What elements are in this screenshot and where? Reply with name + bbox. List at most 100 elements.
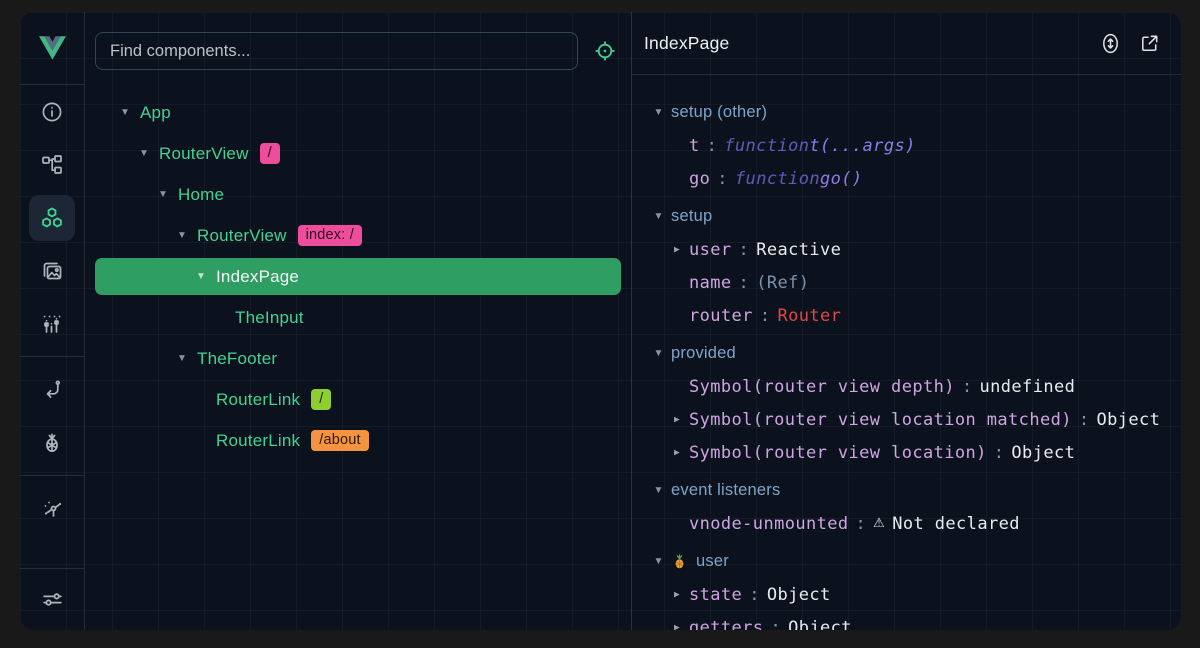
section-label: user bbox=[696, 552, 729, 571]
sidebar-item-settings[interactable] bbox=[20, 568, 84, 630]
inspector-actions bbox=[1099, 32, 1161, 55]
expander-icon[interactable]: ▼ bbox=[652, 556, 665, 567]
sidebar-item-router[interactable] bbox=[20, 363, 84, 416]
key-separator: : bbox=[849, 514, 874, 534]
state-value: t(...args) bbox=[809, 136, 915, 156]
key-separator: : bbox=[742, 585, 767, 605]
devtools-window: ▼ App ▼ RouterView / ▼ Home ▼ RouterView… bbox=[20, 12, 1181, 630]
section-label: event listeners bbox=[671, 481, 780, 500]
route-badge: index: / bbox=[298, 225, 362, 246]
pinia-pineapple-icon bbox=[40, 431, 64, 455]
tree-row-home[interactable]: ▼ Home bbox=[85, 174, 631, 215]
key-separator: : bbox=[1072, 410, 1097, 430]
tree-row-routerview[interactable]: ▼ RouterView / bbox=[85, 133, 631, 174]
expander-icon[interactable]: ▶ bbox=[671, 414, 683, 425]
state-key: Symbol(router view location matched) bbox=[689, 410, 1072, 430]
section-provided[interactable]: ▼ provided bbox=[632, 337, 1181, 370]
expander-icon[interactable]: ▼ bbox=[175, 230, 189, 241]
state-row-symbol-location[interactable]: ▶ Symbol(router view location):Object bbox=[632, 436, 1181, 469]
expander-icon[interactable]: ▼ bbox=[652, 107, 665, 118]
expander-icon[interactable]: ▼ bbox=[118, 107, 132, 118]
state-key: name bbox=[689, 273, 732, 293]
state-row-getters[interactable]: ▶getters:Object bbox=[632, 611, 1181, 630]
scroll-to-component-icon[interactable] bbox=[1099, 32, 1122, 55]
state-key: t bbox=[689, 136, 700, 156]
sidebar-item-timeline[interactable] bbox=[20, 297, 84, 350]
rail-divider bbox=[20, 475, 84, 476]
state-value: (Ref) bbox=[756, 273, 809, 293]
component-name: RouterView bbox=[197, 226, 287, 246]
section-label: setup (other) bbox=[671, 103, 767, 122]
inspector-panel: IndexPage ▼ setup (other) t: function t(.… bbox=[632, 12, 1181, 630]
expander-icon[interactable]: ▼ bbox=[137, 148, 151, 159]
state-value: Reactive bbox=[756, 240, 841, 260]
state-key: state bbox=[689, 585, 742, 605]
state-key: user bbox=[689, 240, 732, 260]
search-input[interactable] bbox=[95, 32, 578, 70]
state-key: vnode-unmounted bbox=[689, 514, 849, 534]
select-component-in-page-button[interactable] bbox=[593, 39, 617, 63]
state-row-go: go:function go() bbox=[632, 162, 1181, 195]
sidebar-item-pinia[interactable] bbox=[20, 416, 84, 469]
section-setup[interactable]: ▼ setup bbox=[632, 200, 1181, 233]
state-value: Router bbox=[777, 306, 841, 326]
component-name: App bbox=[140, 103, 171, 123]
rail-divider bbox=[20, 356, 84, 357]
section-setup-other[interactable]: ▼ setup (other) bbox=[632, 96, 1181, 129]
state-row-state[interactable]: ▶state:Object bbox=[632, 578, 1181, 611]
pineapple-icon bbox=[671, 553, 688, 570]
component-name: Home bbox=[178, 185, 224, 205]
section-label: setup bbox=[671, 207, 712, 226]
sidebar-item-components[interactable] bbox=[20, 191, 84, 244]
section-event-listeners[interactable]: ▼ event listeners bbox=[632, 474, 1181, 507]
sidebar-item-graph[interactable] bbox=[20, 482, 84, 535]
state-row-symbol-matched[interactable]: ▶ Symbol(router view location matched):Ob… bbox=[632, 403, 1181, 436]
key-separator: : bbox=[732, 240, 757, 260]
expander-icon[interactable]: ▶ bbox=[671, 589, 683, 600]
expander-icon[interactable]: ▼ bbox=[194, 271, 208, 282]
tree-row-app[interactable]: ▼ App bbox=[85, 92, 631, 133]
key-separator: : bbox=[955, 377, 980, 397]
tree-row-indexpage-selected[interactable]: ▼ IndexPage bbox=[85, 256, 631, 297]
key-separator: : bbox=[763, 618, 788, 631]
sidebar-item-elements-tree[interactable] bbox=[20, 138, 84, 191]
components-hexagons-icon bbox=[39, 205, 65, 231]
state-row-user[interactable]: ▶ user:Reactive bbox=[632, 233, 1181, 266]
route-badge: /about bbox=[311, 430, 369, 451]
router-hook-icon bbox=[40, 378, 64, 402]
warning-icon: ⚠ bbox=[873, 516, 885, 531]
expander-icon[interactable]: ▼ bbox=[652, 348, 665, 359]
state-row-router: router:Router bbox=[632, 299, 1181, 332]
tree-row-theinput[interactable]: TheInput bbox=[85, 297, 631, 338]
key-separator: : bbox=[710, 169, 735, 189]
sidebar-item-info[interactable] bbox=[20, 85, 84, 138]
locate-target-icon bbox=[593, 39, 617, 63]
expander-icon[interactable]: ▶ bbox=[671, 244, 683, 255]
route-badge: / bbox=[260, 143, 280, 164]
expander-icon[interactable]: ▶ bbox=[671, 622, 683, 630]
state-value-keyword: function bbox=[724, 136, 809, 156]
expander-icon[interactable]: ▼ bbox=[175, 353, 189, 364]
settings-sliders-icon bbox=[40, 587, 65, 612]
tree-row-routerview-index[interactable]: ▼ RouterView index: / bbox=[85, 215, 631, 256]
state-key: getters bbox=[689, 618, 763, 631]
tree-toolbar bbox=[85, 12, 631, 70]
section-user-store[interactable]: ▼ user bbox=[632, 545, 1181, 578]
info-icon bbox=[40, 100, 64, 124]
state-value: Object bbox=[1097, 410, 1161, 430]
tree-row-thefooter[interactable]: ▼ TheFooter bbox=[85, 338, 631, 379]
expander-icon[interactable]: ▼ bbox=[652, 485, 665, 496]
open-in-editor-icon[interactable] bbox=[1138, 32, 1161, 55]
state-value: Object bbox=[1011, 443, 1075, 463]
key-separator: : bbox=[987, 443, 1012, 463]
component-name: RouterLink bbox=[216, 431, 300, 451]
expander-icon[interactable]: ▶ bbox=[671, 447, 683, 458]
tree-row-routerlink-about[interactable]: RouterLink /about bbox=[85, 420, 631, 461]
expander-icon[interactable]: ▼ bbox=[652, 211, 665, 222]
expander-icon[interactable]: ▼ bbox=[156, 189, 170, 200]
sidebar-rail bbox=[20, 12, 85, 630]
state-key: Symbol(router view location) bbox=[689, 443, 987, 463]
sidebar-item-assets[interactable] bbox=[20, 244, 84, 297]
inspector-header: IndexPage bbox=[632, 12, 1181, 75]
tree-row-routerlink-home[interactable]: RouterLink / bbox=[85, 379, 631, 420]
